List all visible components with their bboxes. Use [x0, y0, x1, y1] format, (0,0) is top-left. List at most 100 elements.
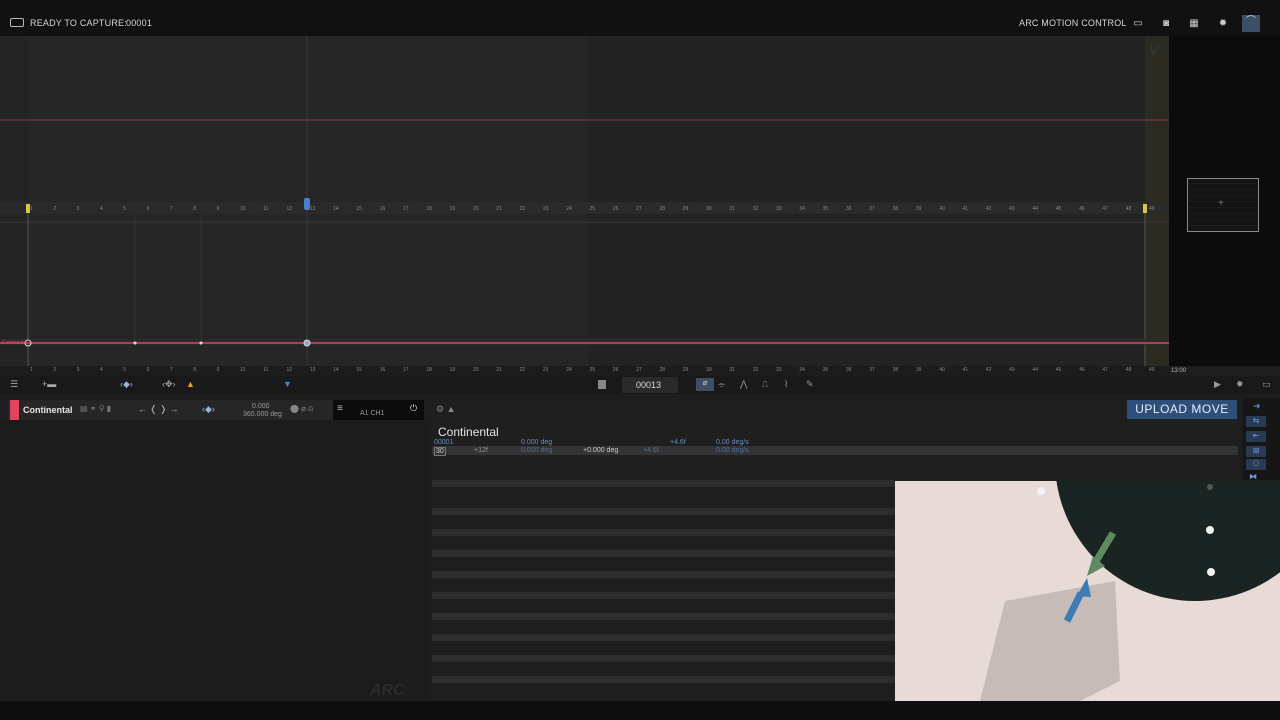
row1-frame: 00001: [434, 439, 454, 446]
step-back-icon[interactable]: ← ❬ ❭ →: [138, 404, 179, 415]
ruler-tick-label: 17: [403, 206, 409, 212]
ruler-tick-label: 25: [589, 206, 596, 212]
keyframe-row[interactable]: [432, 446, 1238, 455]
row2-frame[interactable]: 30: [434, 447, 446, 456]
ruler-tick-label: 36: [845, 206, 852, 212]
camera-status-icon: [10, 18, 24, 27]
timeline-toolbar: ☰ +▬ ‹◆› ‹✥› ▲ ▼ 00013 ⌀ ⌯ ⋀ ⎍ ⌇ ✎ ▶ ✹ ▭: [0, 376, 1280, 394]
curve-mode-icon[interactable]: ⌒: [1242, 15, 1260, 32]
ruler-tick-label: 2: [53, 367, 57, 373]
ruler-tick-label: 40: [939, 206, 945, 212]
ruler-tick-label: 48: [1125, 367, 1132, 373]
viewport-preview[interactable]: +: [1187, 178, 1259, 232]
brand-title: ARC MOTION CONTROL: [1019, 18, 1127, 28]
linear-tool-icon[interactable]: ⋀: [740, 379, 747, 390]
pen-tool-icon[interactable]: ✎: [806, 379, 814, 390]
ruler-tick-label: 3: [76, 367, 80, 373]
ruler-tick-label: 12: [286, 367, 292, 373]
move-details: ⚙ ▲ Continental 00001 0.000 deg +4.6f 0.…: [432, 398, 1238, 478]
arc-watermark: ARC: [370, 682, 405, 699]
upload-move-button[interactable]: UPLOAD MOVE: [1127, 400, 1237, 419]
ruler-tick-label: 7: [169, 206, 173, 212]
ruler-tick-label: 9: [216, 206, 220, 212]
ruler-tick-label: 42: [985, 206, 992, 212]
power-icon[interactable]: ⏻: [410, 403, 417, 414]
ruler-tick-label: 19: [449, 206, 456, 212]
top-bar: READY TO CAPTURE: 00001 ARC MOTION CONTR…: [0, 0, 1280, 36]
list-row: [432, 529, 895, 536]
ruler-tick-label: 34: [799, 367, 805, 373]
channel-name: Continental: [23, 405, 73, 415]
ruler-tick-label: 8: [193, 206, 196, 212]
ruler-tick-label: 18: [426, 367, 432, 373]
list-row: [432, 676, 895, 683]
flat-tool-icon[interactable]: ⌯: [718, 379, 725, 390]
route-icon[interactable]: ⇆: [1246, 416, 1266, 427]
graph-corner-letter: V: [1149, 42, 1159, 58]
row1-ease: +4.6f: [670, 439, 686, 446]
panel-icon[interactable]: ▭: [1262, 379, 1271, 390]
playhead-marker-icon[interactable]: ▼: [283, 379, 292, 389]
ruler-tick-label: 24: [566, 367, 572, 373]
ruler-tick-label: 6: [146, 367, 150, 373]
monitor-icon[interactable]: ▭: [1131, 17, 1145, 30]
ruler-tick-label: 35: [822, 206, 829, 212]
hamburger-icon[interactable]: ≡: [337, 403, 343, 414]
list-row: [432, 508, 895, 515]
channel-flags-icon[interactable]: ⬤ ⌀ ⍝: [290, 404, 313, 414]
ruler-tick-label: 1: [30, 367, 33, 373]
ruler-tick-label: 37: [869, 206, 875, 212]
ruler-tick-label: 5: [123, 367, 127, 373]
channel-header[interactable]: Continental ▤ ⚭ ⚲ ▮ ← ❬ ❭ → ‹◆› 0.000 36…: [8, 400, 424, 420]
channel-tools-icon[interactable]: ▤ ⚭ ⚲ ▮: [80, 404, 111, 413]
ruler-tick-label: 32: [752, 367, 759, 373]
mirror-icon[interactable]: ⧓: [1249, 472, 1257, 481]
ruler-tick-label: 29: [682, 206, 689, 212]
film-icon[interactable]: ▦: [1187, 17, 1201, 30]
crosshair-icon: +: [1218, 198, 1224, 209]
ruler-tick-label: 28: [659, 367, 665, 373]
ruler-tick-label: 10: [239, 206, 246, 212]
channel-device-box[interactable]: ≡ A1 CH1 ⏻: [333, 400, 424, 420]
ruler-tick-label: 29: [682, 367, 689, 373]
ruler-tick-label: 18: [426, 206, 432, 212]
ruler-tick-label: 2: [53, 206, 57, 212]
keyframe-add-icon[interactable]: ‹✥›: [162, 379, 176, 390]
ruler-tick-label: 44: [1032, 206, 1038, 212]
ruler-tick-label: 48: [1125, 206, 1132, 212]
ruler-tick-label: 47: [1102, 206, 1108, 212]
ruler-tick-label: 19: [449, 367, 456, 373]
keyframe-nav-icon[interactable]: ‹◆›: [120, 379, 133, 390]
rewind-icon[interactable]: ⇤: [1246, 431, 1266, 442]
timeline-ruler[interactable]: 1 2 3 4 5 6 7 8 9 10 11 12 13 14 15 16 17 18 19 20 21 22 23 24 2…: [0, 366, 1169, 376]
graph-canvas[interactable]: [0, 36, 1169, 366]
link-tool-icon[interactable]: ⌀: [696, 378, 714, 391]
camera-rig-icon[interactable]: ⎔: [1246, 459, 1266, 470]
ruler-tick-label: 27: [636, 206, 642, 212]
playback-icon[interactable]: ▶: [1214, 379, 1221, 390]
row2-delta: +0.000 deg: [583, 447, 619, 454]
ruler-tick-label: 15: [356, 206, 362, 212]
forward-arrow-icon[interactable]: ➜: [1253, 401, 1261, 412]
camera-icon[interactable]: ◙: [1159, 17, 1173, 30]
grid-icon[interactable]: ⊞: [1246, 446, 1266, 457]
ruler-labels-top: 1 2 3 4 5 6 7 8 9 10 11 12 13 14 15 16 17 18 19 20 21 22 23 24 2…: [0, 205, 1169, 213]
record-icon[interactable]: [598, 380, 606, 389]
list-row: [432, 480, 895, 487]
ruler-tick-label: 23: [542, 206, 549, 212]
settings-icon[interactable]: ✹: [1216, 17, 1230, 30]
step-tool-icon[interactable]: ⎍: [762, 379, 768, 390]
keyframe-nav-channel-icon[interactable]: ‹◆›: [202, 404, 215, 415]
ruler-tick-label: 27: [636, 367, 642, 373]
snap-icon[interactable]: ✹: [1236, 379, 1244, 390]
menu-icon[interactable]: ☰: [10, 379, 18, 390]
row2-ease: +4.6f: [643, 447, 659, 454]
warning-icon[interactable]: ▲: [186, 379, 195, 389]
settings-small-icon[interactable]: ⚙ ▲: [436, 404, 455, 415]
motion-graph[interactable]: 1 2 3 4 5 6 7 8 9 10 11 12 13 14 15 16 17 18 19 20 21 22 23 24 2…: [0, 36, 1169, 366]
ruler-tick-label: 36: [845, 367, 852, 373]
ruler-tick-label: 11: [263, 206, 269, 212]
ruler-tick-label: 45: [1055, 206, 1062, 212]
smooth-tool-icon[interactable]: ⌇: [784, 379, 788, 390]
add-key-icon[interactable]: +▬: [42, 379, 56, 389]
